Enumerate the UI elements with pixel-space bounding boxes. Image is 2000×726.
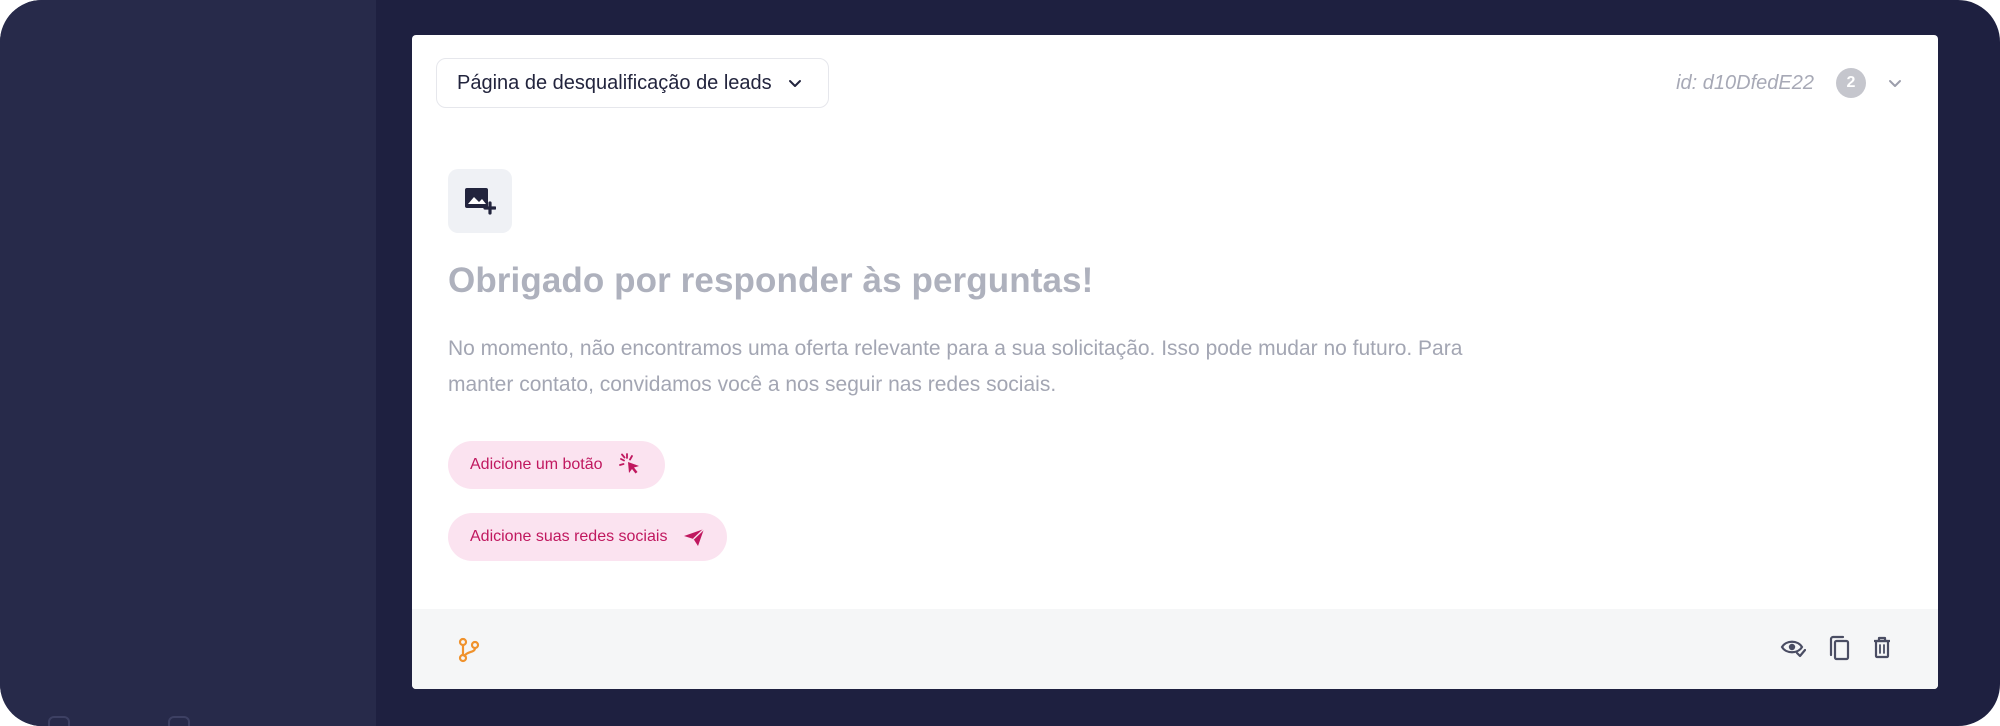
left-panel-icon[interactable]	[168, 716, 190, 726]
add-button-label: Adicione um botão	[470, 456, 603, 473]
app-frame: Página de desqualificação de leads id: d…	[0, 0, 2000, 726]
count-badge: 2	[1836, 68, 1866, 98]
copy-icon[interactable]	[1828, 635, 1850, 661]
footer-actions	[1780, 635, 1892, 661]
page-type-dropdown[interactable]: Página de desqualificação de leads	[436, 58, 829, 108]
image-add-icon	[465, 188, 496, 215]
step-id: id: d10DfedE22	[1676, 71, 1814, 94]
left-panel	[0, 0, 376, 726]
page-title[interactable]: Obrigado por responder às perguntas!	[448, 261, 1093, 301]
card-meta: id: d10DfedE22 2	[1676, 66, 1902, 100]
branch-icon[interactable]	[458, 637, 480, 663]
click-pointer-icon	[618, 453, 639, 474]
step-card: Página de desqualificação de leads id: d…	[412, 35, 1938, 689]
add-socials-button[interactable]: Adicione suas redes sociais	[448, 513, 728, 561]
add-button-button[interactable]: Adicione um botão	[448, 441, 665, 489]
left-panel-icon[interactable]	[48, 716, 70, 726]
add-image-button[interactable]	[448, 169, 512, 233]
chevron-down-icon	[788, 79, 801, 87]
trash-icon[interactable]	[1872, 636, 1892, 660]
page-type-label: Página de desqualificação de leads	[457, 71, 772, 94]
chevron-down-icon[interactable]	[1888, 79, 1902, 88]
send-icon	[684, 528, 705, 546]
add-socials-label: Adicione suas redes sociais	[470, 528, 668, 545]
eye-icon[interactable]	[1780, 638, 1806, 658]
card-footer	[412, 609, 1938, 689]
page-description[interactable]: No momento, não encontramos uma oferta r…	[448, 331, 1528, 403]
